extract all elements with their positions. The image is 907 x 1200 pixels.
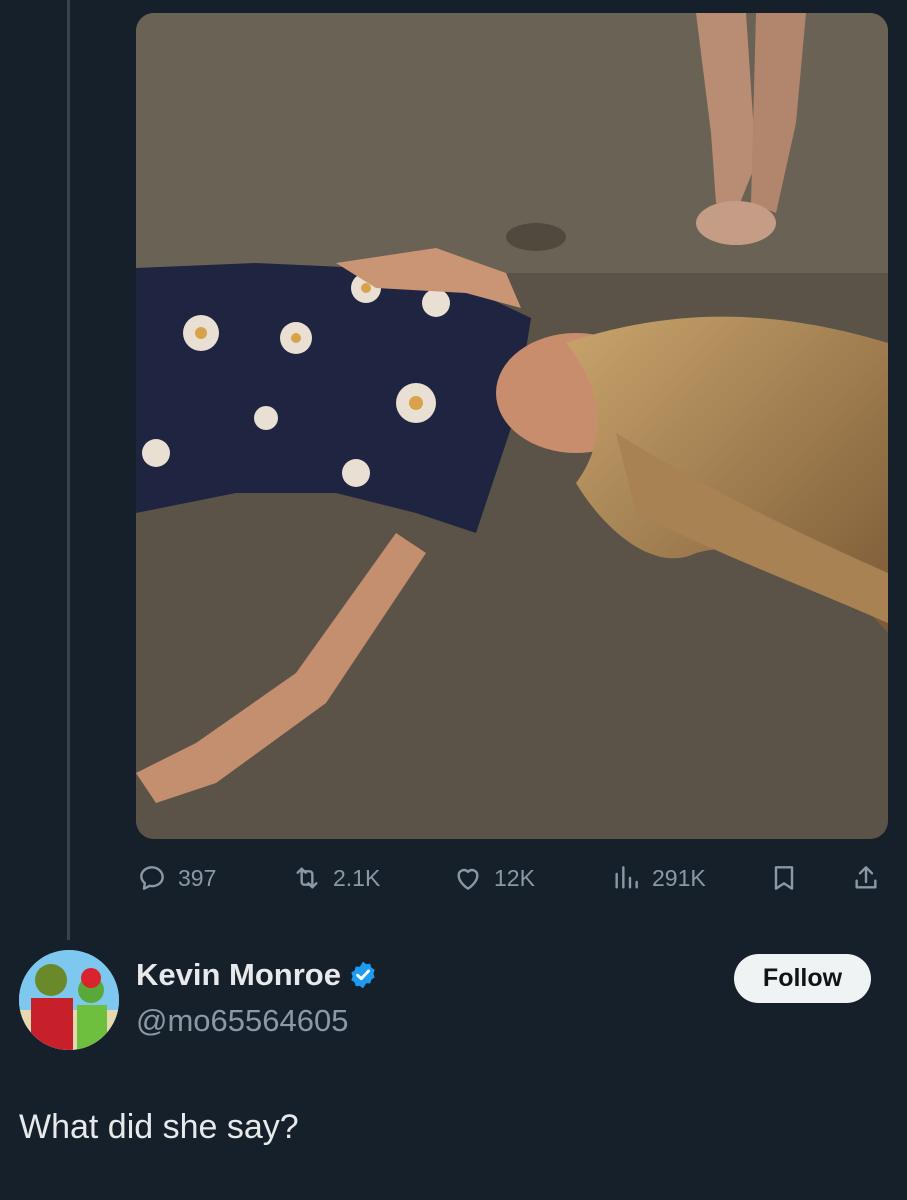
follow-button[interactable]: Follow — [734, 954, 871, 1003]
like-button[interactable]: 12K — [452, 858, 535, 898]
author-display-name[interactable]: Kevin Monroe — [136, 957, 341, 993]
verified-badge-icon — [351, 961, 375, 989]
views-count: 291K — [652, 864, 706, 891]
reply-author: Kevin Monroe @mo65564605 — [136, 957, 379, 1039]
retweet-button[interactable]: 2.1K — [291, 858, 380, 898]
reply-count: 397 — [178, 864, 217, 891]
tweet-action-bar: 397 2.1K 12K 291K — [136, 858, 888, 898]
reply-icon — [140, 866, 164, 890]
thread-connector-line — [67, 0, 70, 940]
avatar-image — [19, 950, 119, 1050]
like-count: 12K — [494, 864, 535, 891]
media-photo — [136, 13, 888, 839]
avatar[interactable] — [19, 950, 119, 1050]
views-chart-icon — [615, 866, 638, 889]
reply-text: What did she say? — [19, 1108, 299, 1146]
share-icon — [855, 866, 877, 889]
author-handle[interactable]: @mo65564605 — [136, 1003, 379, 1039]
bookmark-icon — [774, 866, 794, 890]
bookmark-button[interactable] — [768, 858, 800, 898]
retweet-count: 2.1K — [333, 864, 381, 891]
share-button[interactable] — [850, 858, 882, 898]
reply-button[interactable]: 397 — [136, 858, 216, 898]
heart-icon — [457, 868, 479, 890]
retweet-icon — [296, 867, 318, 889]
tweet-media-image[interactable] — [136, 13, 888, 839]
views-button[interactable]: 291K — [610, 858, 706, 898]
